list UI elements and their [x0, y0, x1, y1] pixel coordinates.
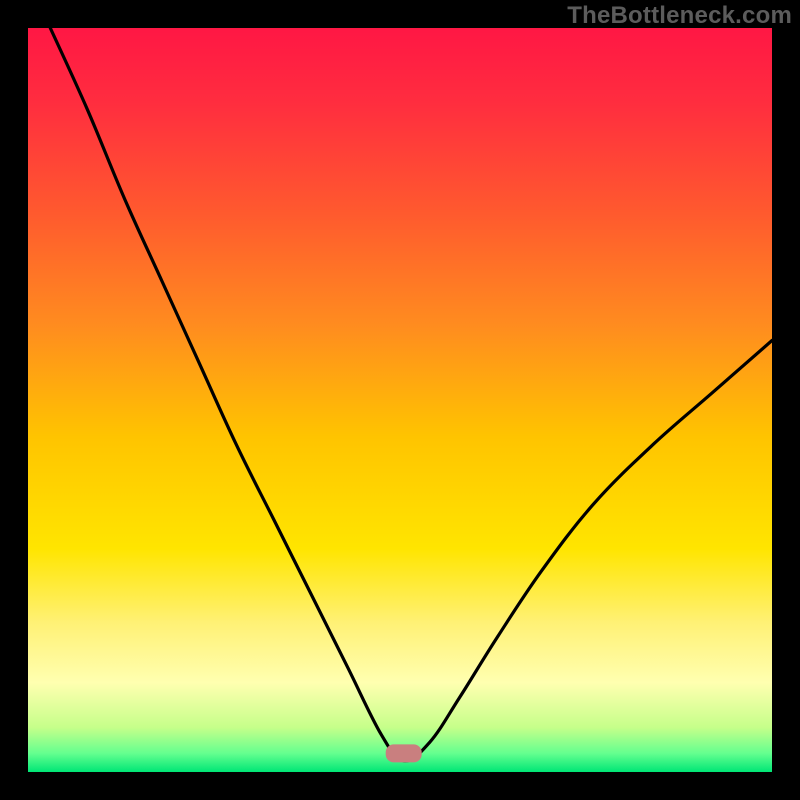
chart-frame: TheBottleneck.com: [0, 0, 800, 800]
watermark-text: TheBottleneck.com: [567, 2, 792, 30]
gradient-background: [28, 28, 772, 772]
optimal-marker: [386, 744, 422, 762]
bottleneck-plot: [28, 28, 772, 772]
